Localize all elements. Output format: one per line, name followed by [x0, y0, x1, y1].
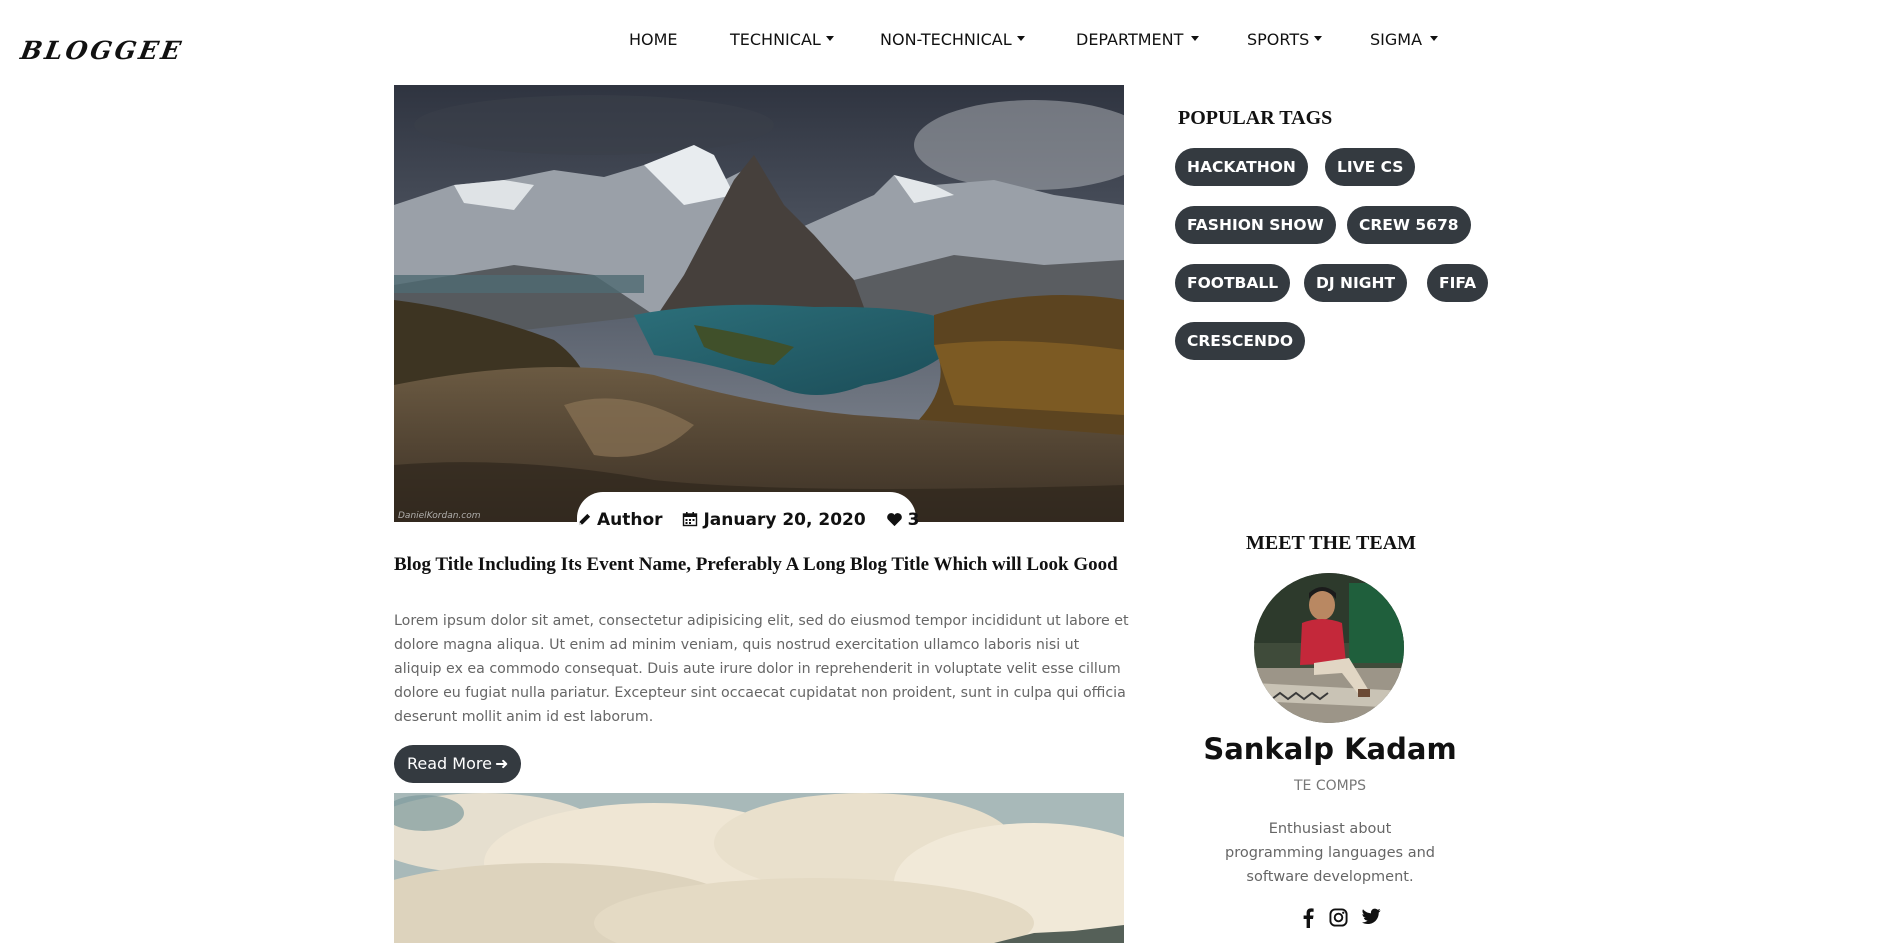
tag-fashion-show[interactable]: FASHION SHOW [1175, 206, 1336, 244]
nav-technical[interactable]: TECHNICAL [730, 30, 834, 49]
nav-non-technical[interactable]: NON-TECHNICAL [880, 30, 1025, 49]
chevron-down-icon [1430, 36, 1439, 41]
likes-meta[interactable]: 3 [886, 510, 920, 530]
nav-department[interactable]: DEPARTMENT [1076, 30, 1200, 49]
post-date: January 20, 2020 [703, 510, 866, 530]
meet-the-team-heading: MEET THE TEAM [1246, 532, 1417, 554]
chevron-down-icon [1314, 36, 1323, 41]
author-name: Author [597, 510, 663, 530]
popular-tags-heading: POPULAR TAGS [1178, 107, 1333, 129]
avatar [1254, 573, 1404, 723]
chevron-down-icon [1191, 36, 1200, 41]
post-image-2[interactable] [394, 793, 1124, 943]
instagram-icon[interactable] [1329, 908, 1348, 927]
read-more-button[interactable]: Read More ➜ [394, 745, 522, 783]
nav-sigma[interactable]: SIGMA [1370, 30, 1439, 49]
tag-dj-night[interactable]: DJ NIGHT [1304, 264, 1408, 302]
tag-crescendo[interactable]: CRESCENDO [1175, 322, 1306, 360]
chevron-down-icon [1016, 36, 1025, 41]
read-more-label: Read More [407, 754, 492, 773]
post-meta: Author January 20, 2020 3 [577, 492, 919, 542]
calendar-icon [683, 512, 698, 527]
post-title[interactable]: Blog Title Including Its Event Name, Pre… [394, 553, 1129, 577]
member-bio: Enthusiast about programming languages a… [1224, 821, 1435, 885]
date-meta: January 20, 2020 [682, 510, 871, 530]
image-watermark: DanielKordan.com [398, 511, 481, 521]
tag-hackathon[interactable]: HACKATHON [1175, 148, 1308, 186]
nav-sports-label: SPORTS [1247, 30, 1310, 49]
tag-crew-5678[interactable]: CREW 5678 [1347, 206, 1471, 244]
nav-home-label: HOME [629, 30, 678, 49]
post-image[interactable]: DanielKordan.com [394, 85, 1124, 522]
nav-sports[interactable]: SPORTS [1247, 30, 1323, 49]
tag-live-cs[interactable]: LIVE CS [1325, 148, 1416, 186]
nav-department-label: DEPARTMENT [1076, 30, 1184, 49]
nav-technical-label: TECHNICAL [730, 30, 821, 49]
facebook-icon[interactable] [1302, 908, 1314, 928]
arrow-right-icon: ➜ [494, 754, 509, 773]
tag-fifa[interactable]: FIFA [1427, 264, 1489, 302]
post-excerpt: Lorem ipsum dolor sit amet, consectetur … [394, 613, 1129, 725]
member-name: Sankalp Kadam [1203, 732, 1457, 766]
site-logo[interactable]: BLOGGEE [18, 36, 185, 65]
chevron-down-icon [825, 36, 834, 41]
twitter-icon[interactable] [1362, 908, 1381, 925]
author-meta[interactable]: Author [577, 510, 668, 530]
nav-home[interactable]: HOME [629, 30, 678, 49]
likes-count: 3 [907, 510, 920, 530]
member-role: TE COMPS [1293, 778, 1367, 794]
nav-sigma-label: SIGMA [1370, 30, 1423, 49]
heart-icon [886, 513, 902, 527]
nav-non-technical-label: NON-TECHNICAL [880, 30, 1012, 49]
pencil-icon [578, 513, 591, 526]
tag-football[interactable]: FOOTBALL [1175, 264, 1291, 302]
